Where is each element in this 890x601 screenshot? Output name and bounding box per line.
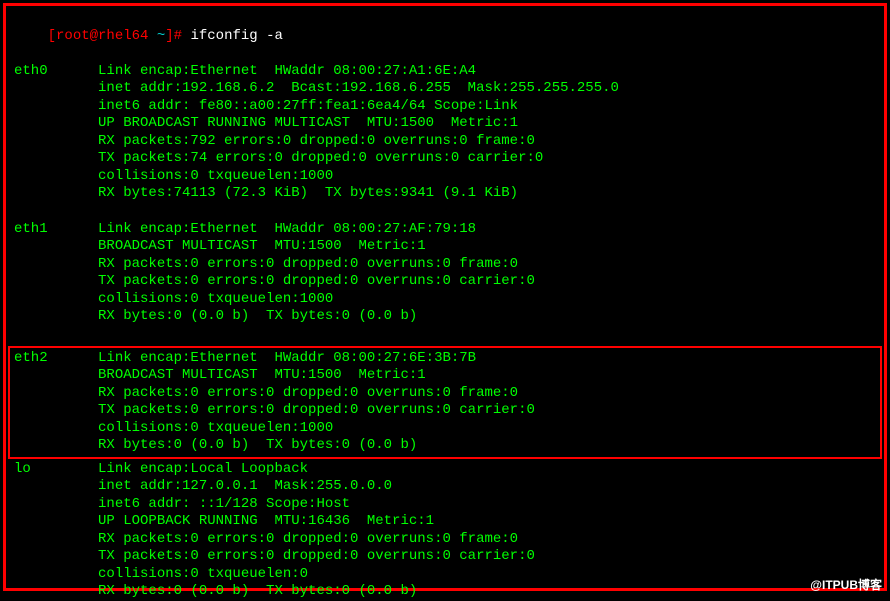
output-line: RX packets:0 errors:0 dropped:0 overruns… [14,385,876,403]
output-line: TX packets:0 errors:0 dropped:0 overruns… [14,273,876,291]
prompt-bracket-close: ] [165,28,173,44]
output-line: RX bytes:0 (0.0 b) TX bytes:0 (0.0 b) [14,583,876,601]
interface-block-eth1: eth1 Link encap:Ethernet HWaddr 08:00:27… [14,221,876,326]
interface-block-eth0: eth0 Link encap:Ethernet HWaddr 08:00:27… [14,63,876,203]
output-line: UP BROADCAST RUNNING MULTICAST MTU:1500 … [14,115,876,133]
output-line: RX packets:0 errors:0 dropped:0 overruns… [14,531,876,549]
output-line: inet addr:192.168.6.2 Bcast:192.168.6.25… [14,80,876,98]
output-line: eth2 Link encap:Ethernet HWaddr 08:00:27… [14,350,876,368]
output-line: collisions:0 txqueuelen:0 [14,566,876,584]
output-line: RX packets:792 errors:0 dropped:0 overru… [14,133,876,151]
output-line: BROADCAST MULTICAST MTU:1500 Metric:1 [14,367,876,385]
output-line: collisions:0 txqueuelen:1000 [14,168,876,186]
prompt-bracket-open: [ [48,28,56,44]
interface-block-lo: lo Link encap:Local Loopback inet addr:1… [14,461,876,601]
output-line: TX packets:74 errors:0 dropped:0 overrun… [14,150,876,168]
prompt-sep [148,28,156,44]
output-line: inet addr:127.0.0.1 Mask:255.0.0.0 [14,478,876,496]
output-line: eth1 Link encap:Ethernet HWaddr 08:00:27… [14,221,876,239]
output-line: collisions:0 txqueuelen:1000 [14,291,876,309]
output-line: BROADCAST MULTICAST MTU:1500 Metric:1 [14,238,876,256]
output-line: collisions:0 txqueuelen:1000 [14,420,876,438]
output-line: RX bytes:0 (0.0 b) TX bytes:0 (0.0 b) [14,437,876,455]
prompt-cwd: ~ [157,28,165,44]
output-line: RX bytes:74113 (72.3 KiB) TX bytes:9341 … [14,185,876,203]
command-text: ifconfig -a [190,28,282,44]
output-line: TX packets:0 errors:0 dropped:0 overruns… [14,402,876,420]
interface-list: eth0 Link encap:Ethernet HWaddr 08:00:27… [14,63,876,601]
output-line: RX bytes:0 (0.0 b) TX bytes:0 (0.0 b) [14,308,876,326]
output-line: inet6 addr: fe80::a00:27ff:fea1:6ea4/64 … [14,98,876,116]
terminal-window[interactable]: [root@rhel64 ~]# ifconfig -a eth0 Link e… [3,3,887,591]
output-line: TX packets:0 errors:0 dropped:0 overruns… [14,548,876,566]
output-line: inet6 addr: ::1/128 Scope:Host [14,496,876,514]
output-line: UP LOOPBACK RUNNING MTU:16436 Metric:1 [14,513,876,531]
prompt-hash: # [174,28,191,44]
output-line: lo Link encap:Local Loopback [14,461,876,479]
watermark: @ITPUB博客 [810,578,882,593]
prompt-user-host: root@rhel64 [56,28,148,44]
output-line: RX packets:0 errors:0 dropped:0 overruns… [14,256,876,274]
prompt-line: [root@rhel64 ~]# ifconfig -a [14,10,876,63]
output-line: eth0 Link encap:Ethernet HWaddr 08:00:27… [14,63,876,81]
interface-block-eth2: eth2 Link encap:Ethernet HWaddr 08:00:27… [8,346,882,459]
